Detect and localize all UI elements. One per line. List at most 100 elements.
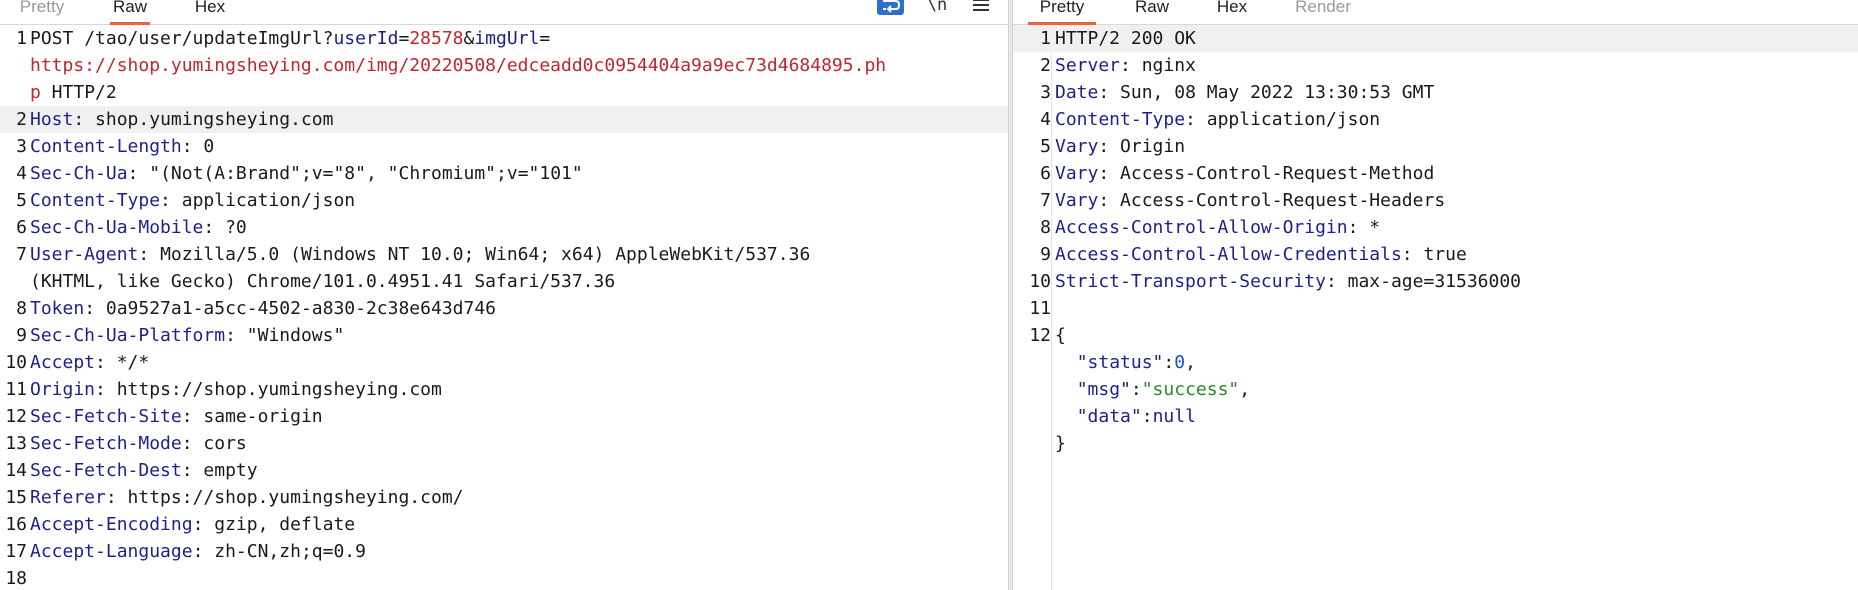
header-value: max-age=31536000 bbox=[1347, 271, 1522, 292]
json-field-msg: "msg":"success", bbox=[1076, 379, 1251, 400]
line-number: 17 bbox=[5, 541, 27, 562]
request-editor[interactable]: 1 POST /tao/user/updateImgUrl?userId=285… bbox=[0, 25, 1008, 590]
header-value: shop.yumingsheying.com bbox=[95, 109, 334, 130]
header-name: Strict-Transport-Security bbox=[1055, 271, 1326, 292]
header-value: 0a9527a1-a5cc-4502-a830-2c38e643d746 bbox=[105, 298, 497, 319]
query-equals: = bbox=[398, 28, 410, 49]
line-number: 7 bbox=[16, 244, 27, 265]
line-number: 11 bbox=[1029, 298, 1051, 319]
response-tab-hex[interactable]: Hex bbox=[1214, 0, 1250, 24]
header-line: 6 Vary: Access-Control-Request-Method bbox=[1013, 160, 1858, 187]
http-message-viewer: Pretty Raw Hex \n 1 POST /tao/user/updat… bbox=[0, 0, 1858, 590]
request-line-wrap: p HTTP/2 bbox=[0, 79, 1008, 106]
response-tab-raw[interactable]: Raw bbox=[1132, 0, 1172, 24]
header-line: 3 Content-Length: 0 bbox=[0, 133, 1008, 160]
line-number: 12 bbox=[5, 406, 27, 427]
header-line: 10 Strict-Transport-Security: max-age=315… bbox=[1013, 268, 1858, 295]
http-status: HTTP/2 200 OK bbox=[1055, 28, 1196, 49]
header-value: https://shop.yumingsheying.com bbox=[116, 379, 442, 400]
request-tab-pretty[interactable]: Pretty bbox=[14, 0, 70, 24]
header-name: Access-Control-Allow-Credentials bbox=[1055, 244, 1402, 265]
header-name: Sec-Ch-Ua bbox=[30, 163, 128, 184]
line-number: 7 bbox=[1040, 190, 1051, 211]
response-editor[interactable]: 1 HTTP/2 200 OK 2 Server: nginx 3 Date: Sun… bbox=[1013, 25, 1858, 590]
header-name: Sec-Fetch-Mode bbox=[30, 433, 182, 454]
header-value: application/json bbox=[1206, 109, 1381, 130]
json-field-status: "status":0, bbox=[1076, 352, 1196, 373]
newline-toggle-button[interactable]: \n bbox=[926, 0, 948, 16]
header-name: Content-Length bbox=[30, 136, 182, 157]
query-param-value: https://shop.yumingsheying.com/img/20220… bbox=[30, 55, 887, 76]
header-value: "(Not(A:Brand";v="8", "Chromium";v="101" bbox=[149, 163, 583, 184]
request-tab-raw[interactable]: Raw bbox=[110, 0, 150, 25]
line-number: 5 bbox=[16, 190, 27, 211]
line-number: 6 bbox=[16, 217, 27, 238]
line-number: 9 bbox=[1040, 244, 1051, 265]
header-value: nginx bbox=[1141, 55, 1196, 76]
header-name: Host bbox=[30, 109, 74, 130]
line-number: 10 bbox=[1029, 271, 1051, 292]
line-number: 11 bbox=[5, 379, 27, 400]
line-number: 2 bbox=[16, 109, 27, 130]
header-value: 0 bbox=[203, 136, 215, 157]
header-line: 9 Sec-Ch-Ua-Platform: "Windows" bbox=[0, 322, 1008, 349]
query-param-key: imgUrl bbox=[474, 28, 540, 49]
header-name: Sec-Ch-Ua-Platform bbox=[30, 325, 226, 346]
request-empty-line: 18 bbox=[0, 565, 1008, 590]
response-tab-pretty[interactable]: Pretty bbox=[1028, 0, 1096, 25]
header-line: 8 Token: 0a9527a1-a5cc-4502-a830-2c38e643… bbox=[0, 295, 1008, 322]
line-number: 10 bbox=[5, 352, 27, 373]
header-line: 11 Origin: https://shop.yumingsheying.com bbox=[0, 376, 1008, 403]
header-name: Vary bbox=[1055, 163, 1099, 184]
query-equals: = bbox=[539, 28, 551, 49]
header-name: User-Agent bbox=[30, 244, 139, 265]
request-method: POST bbox=[30, 28, 85, 49]
header-value: "Windows" bbox=[246, 325, 345, 346]
header-line: 2 Host: shop.yumingsheying.com bbox=[0, 106, 1008, 133]
hamburger-menu-icon[interactable] bbox=[970, 0, 992, 16]
query-ampersand: & bbox=[463, 28, 475, 49]
query-param-value: p bbox=[30, 82, 41, 103]
line-number: 14 bbox=[5, 460, 27, 481]
query-param-key: userId bbox=[333, 28, 399, 49]
header-line: 4 Sec-Ch-Ua: "(Not(A:Brand";v="8", "Chrom… bbox=[0, 160, 1008, 187]
request-tabbar: Pretty Raw Hex \n bbox=[0, 0, 1008, 25]
line-number: 16 bbox=[5, 514, 27, 535]
wrap-lines-button[interactable] bbox=[877, 0, 904, 16]
header-line: 4 Content-Type: application/json bbox=[1013, 106, 1858, 133]
line-number: 13 bbox=[5, 433, 27, 454]
line-number: 3 bbox=[1040, 82, 1051, 103]
header-name: Token bbox=[30, 298, 85, 319]
header-line-wrap: (KHTML, like Gecko) Chrome/101.0.4951.41… bbox=[0, 268, 1008, 295]
header-value: cors bbox=[203, 433, 247, 454]
header-value: application/json bbox=[181, 190, 356, 211]
request-line: 1 POST /tao/user/updateImgUrl?userId=285… bbox=[0, 25, 1008, 52]
response-tab-render[interactable]: Render bbox=[1290, 0, 1356, 24]
response-tabbar: Pretty Raw Hex Render bbox=[1013, 0, 1858, 25]
json-field-data: "data":null bbox=[1076, 406, 1196, 427]
header-line: 3 Date: Sun, 08 May 2022 13:30:53 GMT bbox=[1013, 79, 1858, 106]
json-key: "status" bbox=[1076, 352, 1164, 373]
request-tab-hex[interactable]: Hex bbox=[192, 0, 228, 24]
header-value: (KHTML, like Gecko) Chrome/101.0.4951.41… bbox=[30, 271, 616, 292]
header-name: Sec-Fetch-Dest bbox=[30, 460, 182, 481]
json-key: "data" bbox=[1076, 406, 1142, 427]
json-value: 0 bbox=[1174, 352, 1186, 373]
line-number: 12 bbox=[1029, 325, 1051, 346]
header-name: Accept bbox=[30, 352, 96, 373]
header-value: Origin bbox=[1120, 136, 1186, 157]
header-name: Accept-Language bbox=[30, 541, 193, 562]
line-number: 2 bbox=[1040, 55, 1051, 76]
header-value: Access-Control-Request-Headers bbox=[1120, 190, 1446, 211]
json-value: "success" bbox=[1141, 379, 1240, 400]
header-line: 8 Access-Control-Allow-Origin: * bbox=[1013, 214, 1858, 241]
line-number: 1 bbox=[16, 28, 27, 49]
header-value: * bbox=[1369, 217, 1381, 238]
header-line: 14 Sec-Fetch-Dest: empty bbox=[0, 457, 1008, 484]
line-number: 3 bbox=[16, 136, 27, 157]
line-number: 4 bbox=[1040, 109, 1051, 130]
header-value: Sun, 08 May 2022 13:30:53 GMT bbox=[1120, 82, 1435, 103]
line-number: 8 bbox=[1040, 217, 1051, 238]
header-value: Access-Control-Request-Method bbox=[1120, 163, 1435, 184]
line-number: 15 bbox=[5, 487, 27, 508]
